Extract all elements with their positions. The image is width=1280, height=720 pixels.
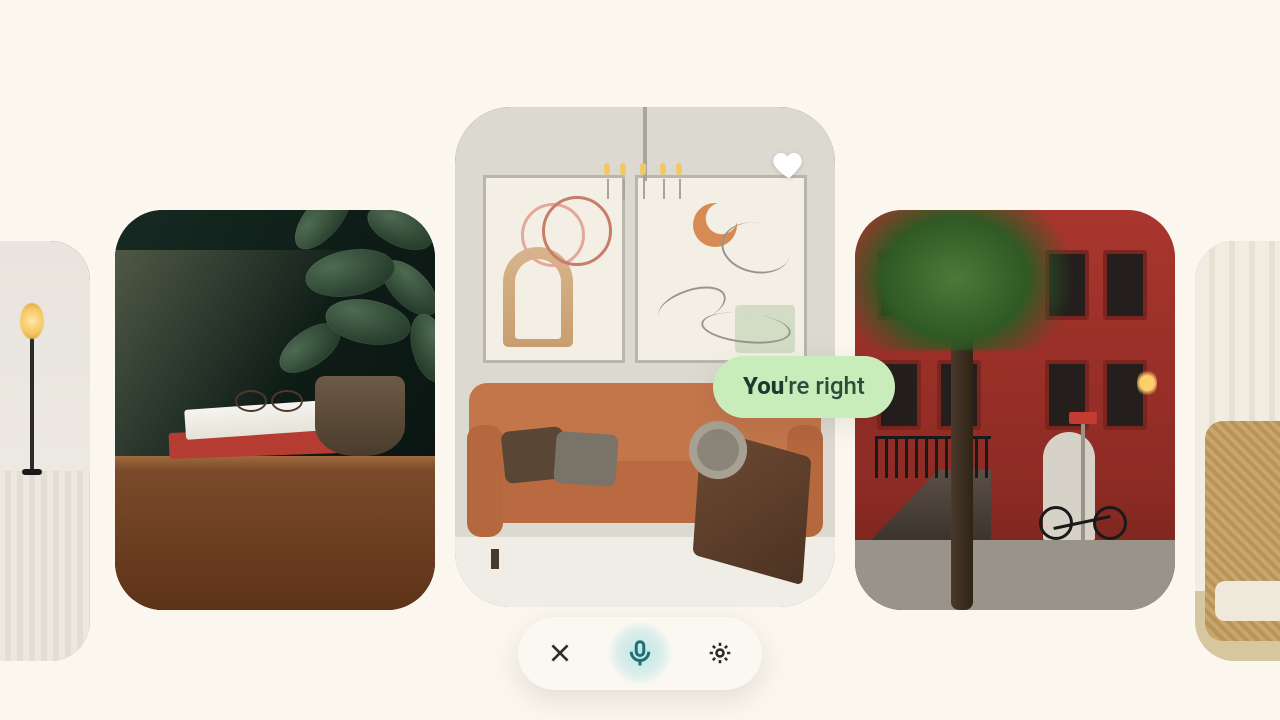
settings-button[interactable] bbox=[704, 637, 736, 669]
carousel-card[interactable] bbox=[855, 210, 1175, 610]
close-icon bbox=[547, 640, 573, 666]
mic-icon bbox=[625, 638, 655, 668]
close-button[interactable] bbox=[544, 637, 576, 669]
favorite-button[interactable] bbox=[769, 147, 809, 183]
speech-emphasis: You bbox=[743, 372, 784, 400]
voice-control-bar bbox=[518, 616, 762, 690]
image-carousel[interactable] bbox=[0, 0, 1280, 720]
mic-button[interactable] bbox=[608, 621, 672, 685]
carousel-card[interactable] bbox=[1195, 241, 1280, 661]
carousel-card[interactable] bbox=[0, 241, 90, 661]
speech-text: 're right bbox=[784, 372, 865, 400]
gear-icon bbox=[707, 640, 733, 666]
heart-icon bbox=[769, 147, 809, 183]
carousel-card[interactable] bbox=[115, 210, 435, 610]
assistant-speech-bubble: You're right bbox=[713, 356, 895, 418]
